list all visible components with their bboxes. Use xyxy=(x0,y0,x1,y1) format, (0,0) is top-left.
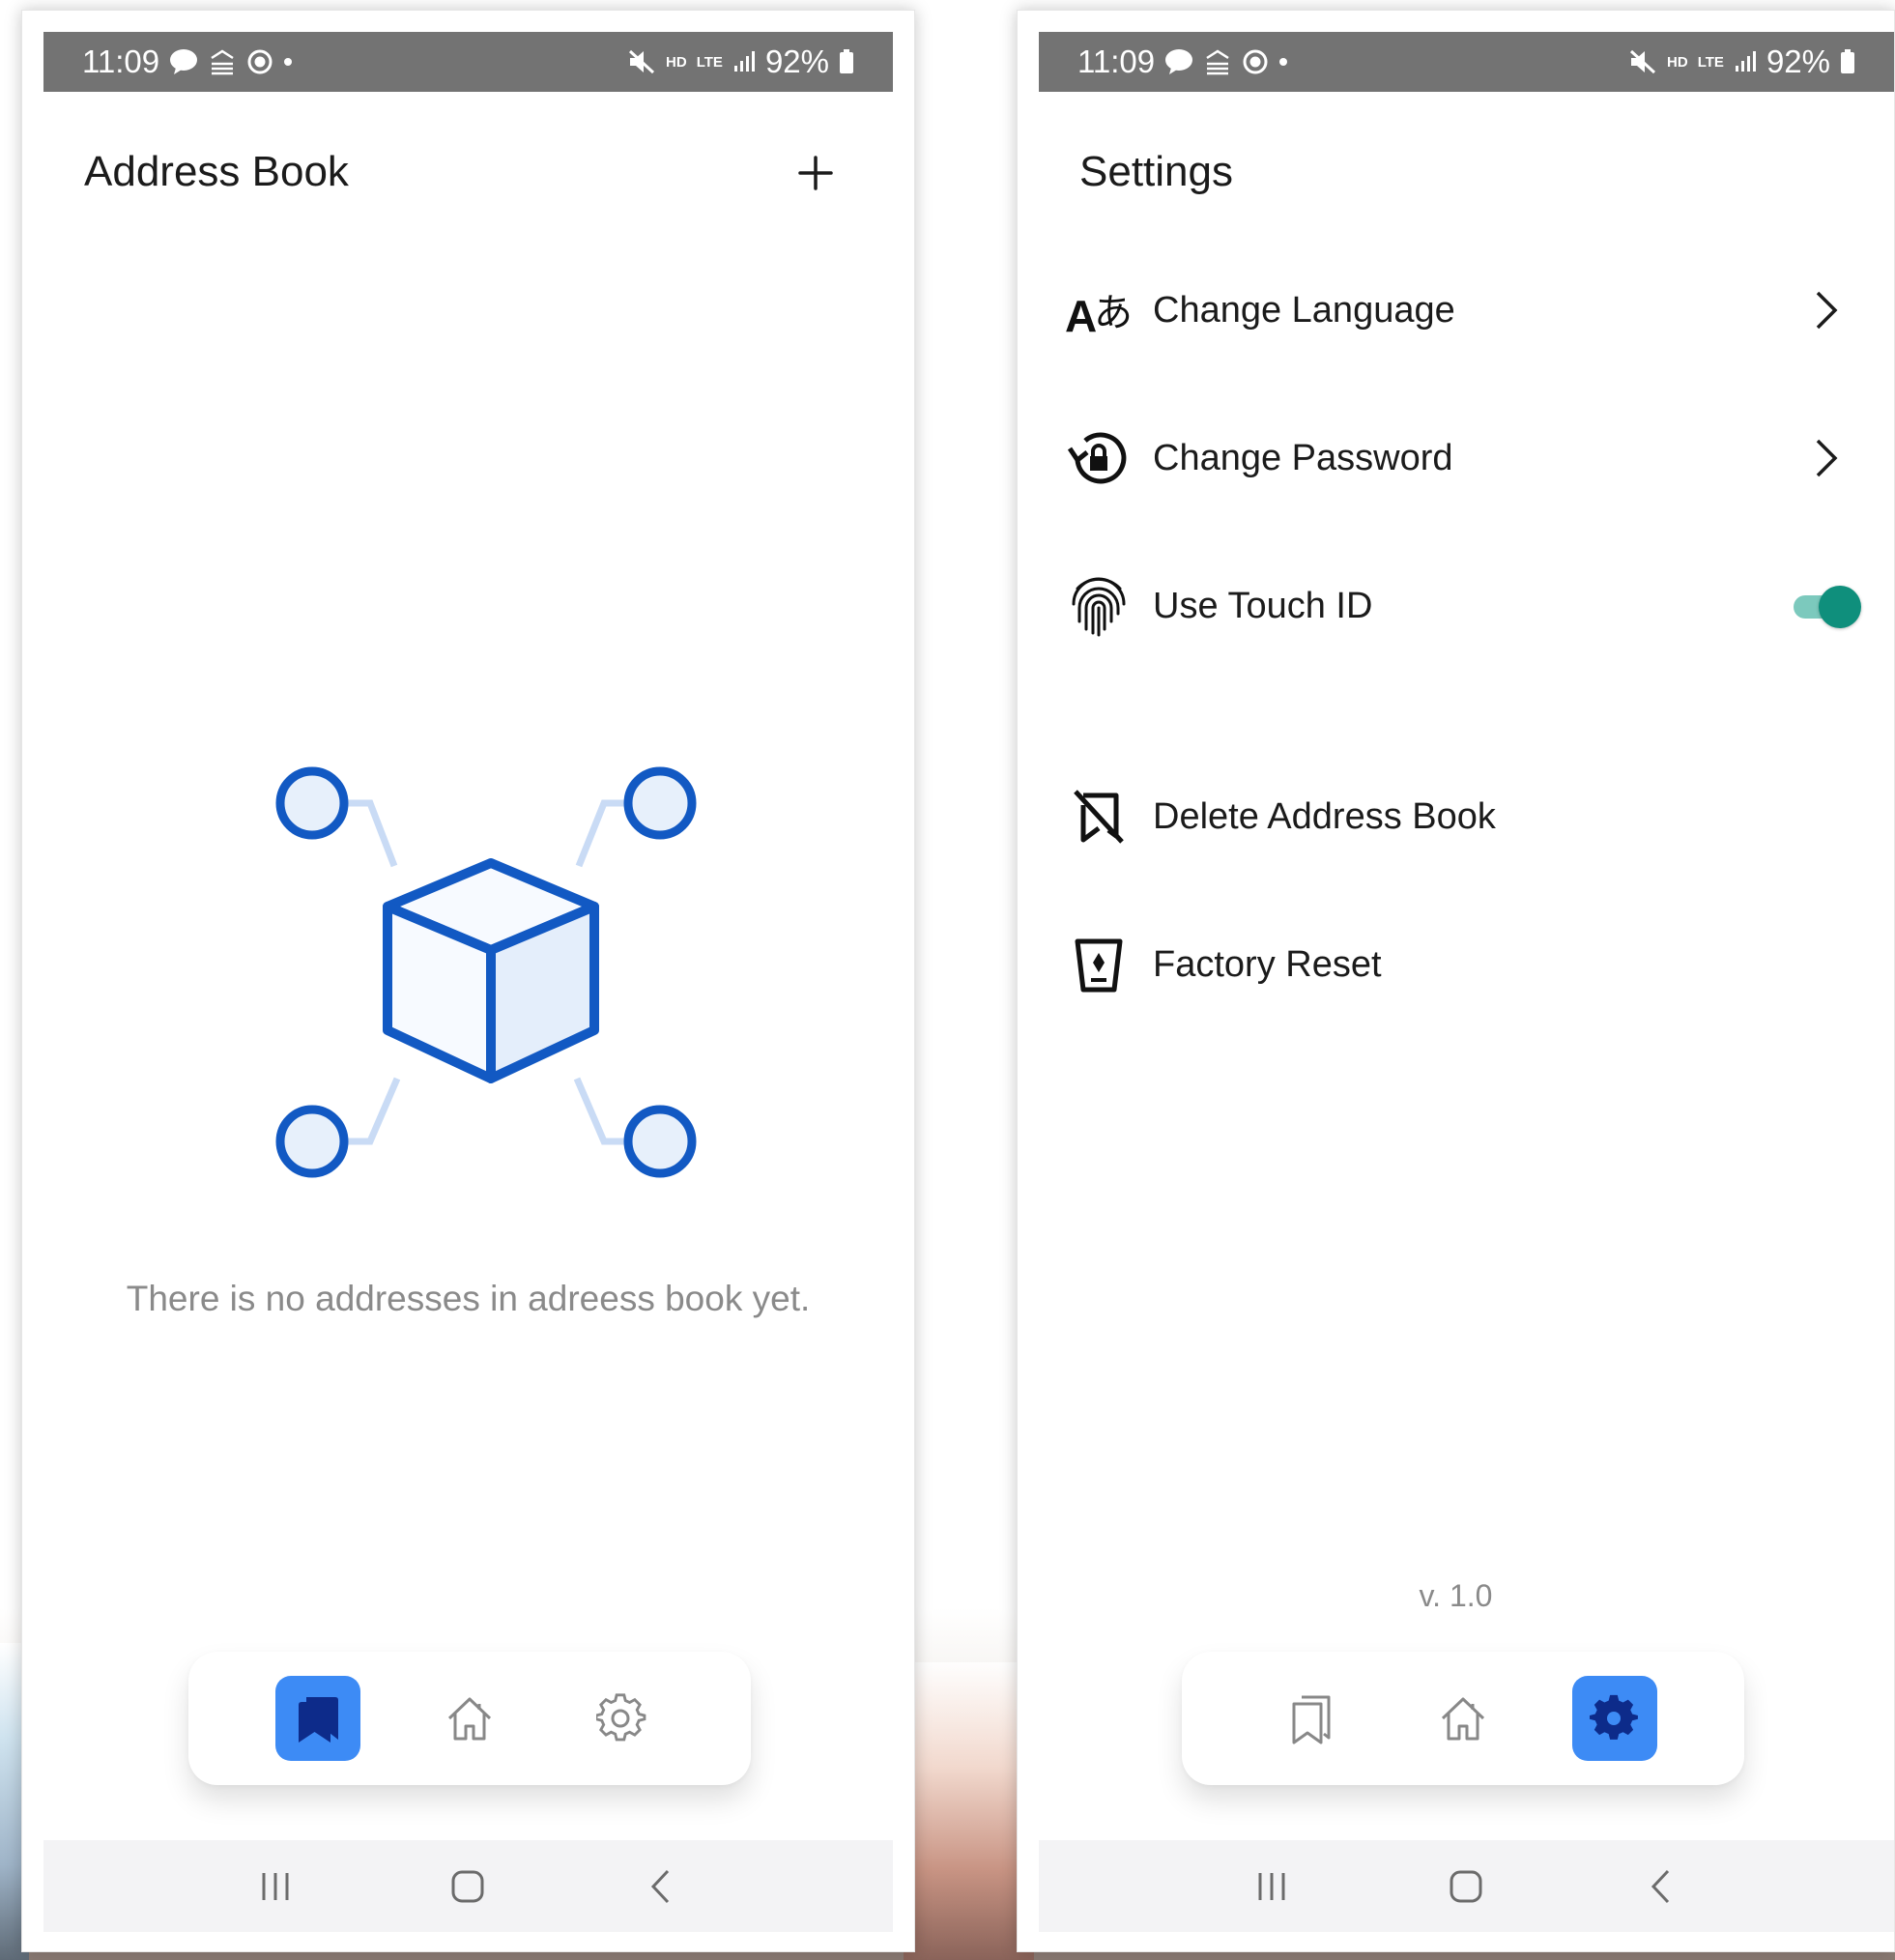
tab-home[interactable] xyxy=(1421,1676,1506,1761)
recent-apps-button[interactable] xyxy=(256,1869,295,1904)
app-version: v. 1.0 xyxy=(1419,1578,1493,1613)
svg-text:あ: あ xyxy=(1094,291,1133,335)
fingerprint-icon xyxy=(1060,567,1137,645)
touch-id-toggle[interactable] xyxy=(1788,567,1865,645)
lock-reset-icon xyxy=(1060,419,1137,497)
status-bar: 11:09 HD LTE 92% xyxy=(43,32,893,92)
dot-icon xyxy=(1278,57,1288,67)
weather-icon xyxy=(1203,48,1232,75)
add-address-button[interactable] xyxy=(787,144,845,202)
tab-address-book[interactable] xyxy=(1269,1676,1354,1761)
setting-change-language[interactable]: A あ Change Language xyxy=(1060,262,1865,359)
setting-label: Use Touch ID xyxy=(1153,585,1373,626)
status-bar: 11:09 HD LTE 92% xyxy=(1039,32,1894,92)
page-title: Address Book xyxy=(84,148,349,195)
setting-delete-address-book[interactable]: Delete Address Book xyxy=(1060,768,1865,865)
setting-use-touch-id[interactable]: Use Touch ID xyxy=(1060,558,1865,654)
setting-label: Change Password xyxy=(1153,437,1453,478)
bookmark-outline-icon xyxy=(1292,1695,1331,1744)
status-time: 11:09 xyxy=(82,43,160,79)
dot-icon xyxy=(283,57,293,67)
home-icon xyxy=(447,1697,492,1741)
setting-label: Change Language xyxy=(1153,289,1455,331)
translate-icon: A あ xyxy=(1060,272,1137,349)
lte-icon: LTE xyxy=(1697,53,1724,71)
system-nav-bar xyxy=(43,1840,893,1932)
tab-settings[interactable] xyxy=(579,1676,664,1761)
chat-icon xyxy=(169,48,198,75)
chevron-right-icon xyxy=(1788,419,1865,497)
hd-voice-icon: HD xyxy=(666,53,687,71)
back-button[interactable] xyxy=(642,1867,680,1906)
location-icon xyxy=(246,48,273,75)
plus-icon xyxy=(798,156,833,190)
setting-factory-reset[interactable]: Factory Reset xyxy=(1060,916,1865,1013)
system-nav-bar xyxy=(1039,1840,1894,1932)
chevron-right-icon xyxy=(1788,272,1865,349)
chat-icon xyxy=(1164,48,1193,75)
battery-percent: 92% xyxy=(764,43,829,79)
bookmark-off-icon xyxy=(1060,778,1137,855)
empty-state-message: There is no addresses in adreess book ye… xyxy=(126,1279,811,1318)
home-button[interactable] xyxy=(1447,1867,1485,1906)
back-button[interactable] xyxy=(1642,1867,1680,1906)
location-icon xyxy=(1242,48,1269,75)
bottom-tab-bar xyxy=(188,1652,751,1785)
bookmark-icon xyxy=(298,1697,338,1743)
background-decor xyxy=(904,1662,1034,1960)
svg-text:A: A xyxy=(1065,291,1097,339)
signal-icon xyxy=(1734,50,1757,73)
mute-icon xyxy=(1628,48,1657,75)
toggle-knob xyxy=(1819,586,1861,628)
setting-label: Delete Address Book xyxy=(1153,795,1496,837)
page-title: Settings xyxy=(1079,148,1233,195)
bin-reset-icon xyxy=(1060,926,1137,1003)
status-time: 11:09 xyxy=(1077,43,1156,79)
mute-icon xyxy=(627,48,656,75)
address-book-screen: 11:09 HD LTE 92% Address Book There is n… xyxy=(21,10,915,1952)
tab-settings[interactable] xyxy=(1572,1676,1658,1761)
toggle-switch[interactable] xyxy=(1792,586,1861,628)
empty-state-illustration xyxy=(275,766,697,1178)
home-icon xyxy=(1441,1697,1485,1741)
bottom-tab-bar xyxy=(1182,1652,1744,1785)
gear-icon xyxy=(596,1693,646,1742)
home-button[interactable] xyxy=(448,1867,487,1906)
tab-home[interactable] xyxy=(427,1676,512,1761)
setting-change-password[interactable]: Change Password xyxy=(1060,410,1865,506)
battery-icon xyxy=(839,49,854,74)
battery-percent: 92% xyxy=(1766,43,1830,79)
weather-icon xyxy=(208,48,237,75)
tab-address-book[interactable] xyxy=(274,1676,360,1761)
gear-icon xyxy=(1590,1694,1639,1740)
setting-label: Factory Reset xyxy=(1153,943,1382,985)
signal-icon xyxy=(732,50,756,73)
hd-voice-icon: HD xyxy=(1667,53,1688,71)
recent-apps-button[interactable] xyxy=(1252,1869,1291,1904)
lte-icon: LTE xyxy=(696,53,723,71)
settings-screen: 11:09 HD LTE 92% Settings A あ Change Lan… xyxy=(1017,10,1895,1952)
battery-icon xyxy=(1840,49,1855,74)
